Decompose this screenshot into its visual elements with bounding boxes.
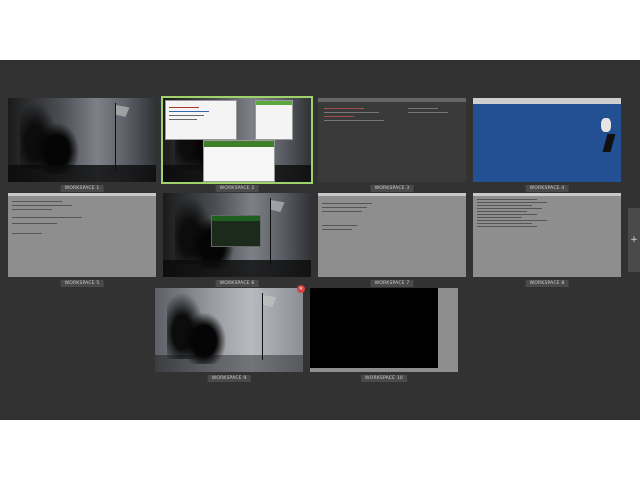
- workspace-9-thumbnail[interactable]: [155, 288, 303, 372]
- desktop-preview: [473, 98, 621, 182]
- workspace-8-label: WORKSPACE 8: [525, 280, 569, 287]
- workspace-5-thumbnail[interactable]: [8, 193, 156, 277]
- black-window-preview: [310, 288, 438, 368]
- workspace-3-thumbnail[interactable]: [318, 98, 466, 182]
- workspace-6-label: WORKSPACE 6: [215, 280, 259, 287]
- workspace-1-label: WORKSPACE 1: [60, 185, 104, 192]
- workspace-9-label: WORKSPACE 9: [207, 375, 251, 382]
- workspace-10-label: WORKSPACE 10: [361, 375, 407, 382]
- workspace-3-label: WORKSPACE 3: [370, 185, 414, 192]
- add-workspace-button[interactable]: +: [628, 208, 640, 272]
- code-preview: [318, 193, 466, 277]
- window-preview: [255, 100, 293, 140]
- close-workspace-icon[interactable]: ✕: [297, 285, 305, 293]
- workspace-4-label: WORKSPACE 4: [525, 185, 569, 192]
- workspace-1-thumbnail[interactable]: [8, 98, 156, 182]
- desktop-preview: [310, 288, 458, 372]
- window-preview: [165, 100, 237, 140]
- workspace-6-thumbnail[interactable]: [163, 193, 311, 277]
- wallpaper-image: [155, 288, 303, 372]
- terminal-preview: [211, 215, 261, 247]
- window-preview: [203, 140, 275, 182]
- workspace-overview: WORKSPACE 1 WORKSPACE 2 WORKSPACE 3 WORK…: [0, 60, 640, 420]
- code-preview: [8, 193, 156, 277]
- workspace-2-thumbnail[interactable]: [161, 96, 313, 184]
- workspace-7-thumbnail[interactable]: [318, 193, 466, 277]
- workspace-4-thumbnail[interactable]: [473, 98, 621, 182]
- workspace-10-thumbnail[interactable]: [310, 288, 458, 372]
- workspace-5-label: WORKSPACE 5: [60, 280, 104, 287]
- code-preview: [473, 193, 621, 277]
- wallpaper-image: [8, 98, 156, 182]
- workspace-2-label: WORKSPACE 2: [215, 185, 259, 192]
- workspace-8-thumbnail[interactable]: [473, 193, 621, 277]
- editor-preview: [318, 98, 466, 182]
- workspace-7-label: WORKSPACE 7: [370, 280, 414, 287]
